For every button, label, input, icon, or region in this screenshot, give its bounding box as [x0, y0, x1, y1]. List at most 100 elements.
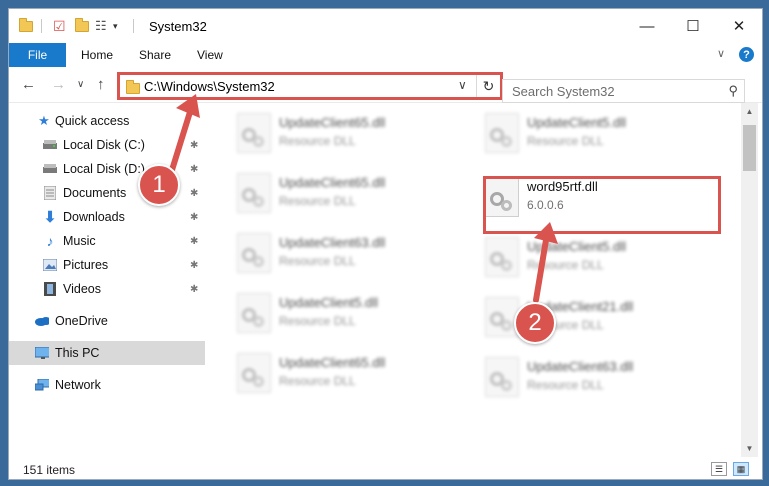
- ribbon-expand-chevron-icon[interactable]: ∨: [717, 47, 725, 60]
- sidebar-item-network[interactable]: Network: [9, 373, 205, 397]
- dll-file-icon: [485, 113, 519, 153]
- tab-view[interactable]: View: [197, 43, 223, 67]
- pin-icon[interactable]: ✱: [190, 140, 198, 151]
- dll-file-icon: [237, 113, 271, 153]
- recent-locations-chevron-icon[interactable]: ∨: [77, 77, 84, 93]
- pin-icon[interactable]: ✱: [190, 236, 198, 247]
- new-folder-icon[interactable]: [75, 17, 89, 35]
- minimize-button[interactable]: —: [624, 9, 670, 43]
- sidebar-item-label: Local Disk (C:): [63, 138, 145, 152]
- search-input[interactable]: Search System32 ⚲: [502, 79, 745, 103]
- back-button[interactable]: ←: [21, 77, 36, 93]
- pin-icon[interactable]: ✱: [190, 188, 198, 199]
- highlight-box: [483, 176, 721, 234]
- sidebar-item-this-pc[interactable]: This PC: [9, 341, 205, 365]
- address-bar[interactable]: C:\Windows\System32 ∨ ↻: [117, 72, 503, 100]
- properties-icon[interactable]: ☑: [53, 17, 66, 35]
- sidebar-item-label: Documents: [63, 186, 127, 200]
- details-view-icon[interactable]: ☰: [711, 462, 727, 476]
- search-placeholder: Search System32: [512, 84, 615, 99]
- file-type: Resource DLL: [279, 254, 356, 268]
- sidebar-item-label: Quick access: [55, 114, 130, 128]
- sidebar-item-label: Videos: [63, 282, 101, 296]
- file-name: UpdateClient5.dll: [279, 295, 379, 310]
- file-type: Resource DLL: [279, 194, 356, 208]
- download-icon: ⬇: [43, 209, 57, 226]
- dll-file-icon: [237, 353, 271, 393]
- vertical-scrollbar[interactable]: ▲ ▼: [741, 103, 758, 457]
- file-item[interactable]: UpdateClient65.dll Resource DLL: [231, 345, 461, 399]
- sidebar-item-quick-access[interactable]: ★ Quick access: [9, 109, 205, 133]
- sidebar-item-label: Local Disk (D:): [63, 162, 145, 176]
- file-type: Resource DLL: [527, 134, 604, 148]
- tab-share[interactable]: Share: [139, 43, 171, 67]
- pictures-icon: [43, 258, 57, 272]
- pin-icon[interactable]: ✱: [190, 212, 198, 223]
- documents-icon: [43, 186, 57, 200]
- up-button[interactable]: ↑: [97, 77, 105, 93]
- file-name: UpdateClient63.dll: [279, 235, 386, 250]
- title-bar: ☑ ☷ ▾ System32 — ☐ ✕: [9, 9, 762, 43]
- file-item[interactable]: UpdateClient63.dll Resource DLL: [479, 349, 709, 403]
- tab-home[interactable]: Home: [81, 43, 113, 67]
- forward-button[interactable]: →: [51, 77, 66, 93]
- file-item[interactable]: UpdateClient5.dll Resource DLL: [231, 285, 461, 339]
- pin-icon[interactable]: ✱: [190, 164, 198, 175]
- videos-icon: [43, 282, 57, 296]
- dll-file-icon: [237, 293, 271, 333]
- music-icon: ♪: [46, 233, 54, 249]
- status-bar: 151 items ☰ ▦: [9, 457, 762, 479]
- drive-icon: [43, 138, 57, 152]
- file-type: Resource DLL: [527, 378, 604, 392]
- close-button[interactable]: ✕: [716, 9, 762, 43]
- sidebar-item-downloads[interactable]: ⬇ Downloads ✱: [9, 205, 205, 229]
- ribbon-tabs: File Home Share View ∨ ?: [9, 43, 762, 67]
- sidebar-item-local-disk-c[interactable]: Local Disk (C:) ✱: [9, 133, 205, 157]
- sidebar-item-videos[interactable]: Videos ✱: [9, 277, 205, 301]
- scroll-up-icon[interactable]: ▲: [741, 103, 758, 120]
- file-type: Resource DLL: [279, 134, 356, 148]
- file-name: UpdateClient65.dll: [279, 175, 386, 190]
- maximize-button[interactable]: ☐: [670, 9, 716, 43]
- navigation-bar: ← → ∨ ↑ C:\Windows\System32 ∨ ↻ Search S…: [9, 67, 762, 103]
- file-name: UpdateClient5.dll: [527, 115, 627, 130]
- file-name: UpdateClient5.dll: [527, 239, 627, 254]
- file-item[interactable]: UpdateClient21.dll Resource DLL: [479, 289, 709, 343]
- pin-icon[interactable]: ✱: [190, 260, 198, 271]
- file-list: UpdateClient65.dll Resource DLL UpdateCl…: [207, 103, 741, 457]
- help-icon[interactable]: ?: [739, 47, 754, 62]
- customize-toolbar-icon[interactable]: ☷: [95, 17, 107, 35]
- refresh-button[interactable]: ↻: [476, 75, 500, 97]
- file-type: Resource DLL: [279, 314, 356, 328]
- file-item[interactable]: UpdateClient65.dll Resource DLL: [231, 165, 461, 219]
- sidebar-item-pictures[interactable]: Pictures ✱: [9, 253, 205, 277]
- star-icon: ★: [38, 113, 50, 128]
- dll-file-icon: [485, 357, 519, 397]
- scroll-down-icon[interactable]: ▼: [741, 440, 758, 457]
- file-type: Resource DLL: [279, 374, 356, 388]
- sidebar-item-onedrive[interactable]: OneDrive: [9, 309, 205, 333]
- pin-icon[interactable]: ✱: [190, 284, 198, 295]
- tab-file[interactable]: File: [9, 43, 66, 67]
- item-count: 151 items: [23, 463, 76, 477]
- file-name: UpdateClient65.dll: [279, 115, 386, 130]
- sidebar-item-label: Music: [63, 234, 96, 248]
- folder-icon: [19, 17, 33, 35]
- sidebar-item-label: This PC: [55, 346, 100, 360]
- search-icon[interactable]: ⚲: [728, 83, 738, 99]
- quick-access-dropdown-icon[interactable]: ▾: [113, 17, 118, 35]
- sidebar-item-music[interactable]: ♪ Music ✱: [9, 229, 205, 253]
- dll-file-icon: [237, 173, 271, 213]
- folder-icon: [126, 80, 140, 94]
- file-item[interactable]: UpdateClient63.dll Resource DLL: [231, 225, 461, 279]
- sidebar-item-label: Pictures: [63, 258, 109, 272]
- explorer-window: ☑ ☷ ▾ System32 — ☐ ✕ File Home Share Vie…: [8, 8, 763, 480]
- file-item[interactable]: UpdateClient5.dll Resource DLL: [479, 105, 709, 159]
- file-item[interactable]: UpdateClient65.dll Resource DLL: [231, 105, 461, 159]
- tiles-view-icon[interactable]: ▦: [733, 462, 749, 476]
- address-path[interactable]: C:\Windows\System32: [144, 79, 275, 94]
- scroll-thumb[interactable]: [743, 125, 756, 171]
- sidebar-item-label: OneDrive: [55, 314, 108, 328]
- file-item[interactable]: UpdateClient5.dll Resource DLL: [479, 229, 709, 283]
- address-dropdown-chevron-icon[interactable]: ∨: [458, 78, 467, 92]
